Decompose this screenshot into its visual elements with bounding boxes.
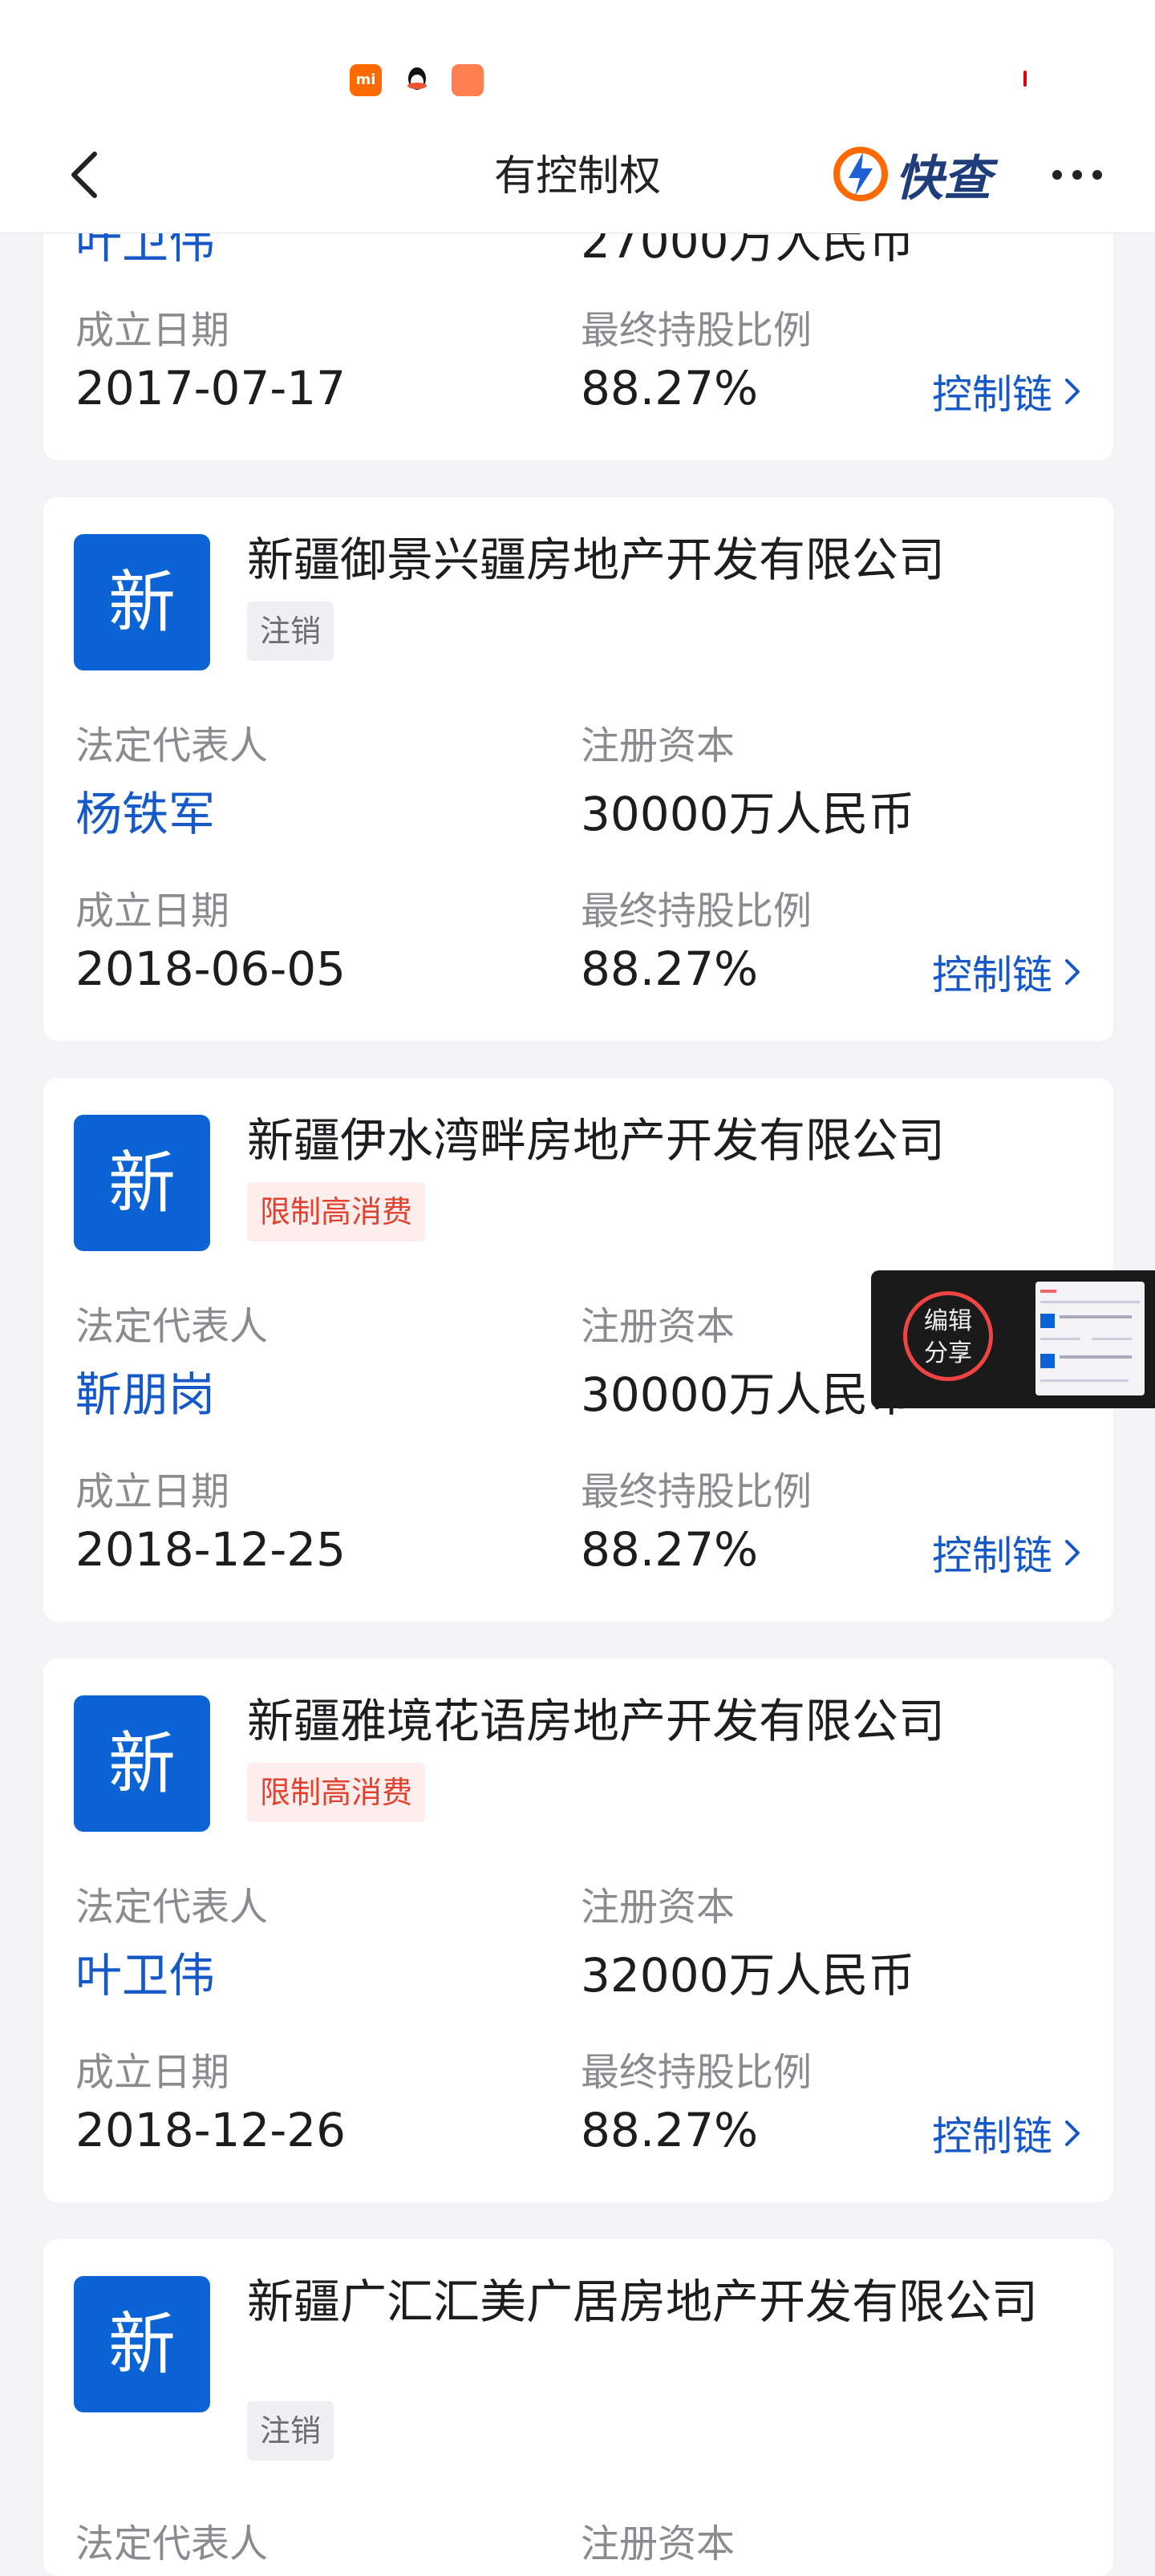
shop-icon xyxy=(452,64,484,96)
established-value: 2017-07-17 xyxy=(75,361,346,415)
capital-label: 注册资本 xyxy=(581,1304,736,1349)
holding-ratio-label: 最终持股比例 xyxy=(581,308,813,353)
holding-ratio-value: 88.27% xyxy=(581,2103,759,2157)
established-label: 成立日期 xyxy=(75,889,230,934)
company-name[interactable]: 新疆伊水湾畔房地产开发有限公司 xyxy=(247,1113,1081,1168)
holding-ratio-label: 最终持股比例 xyxy=(581,2050,813,2095)
holding-ratio-label: 最终持股比例 xyxy=(581,1469,813,1514)
capital-value: 30000万人民币 xyxy=(581,1367,915,1422)
company-card[interactable]: 新 新疆御景兴疆房地产开发有限公司 注销 法定代表人 注册资本 杨铁军 3000… xyxy=(43,497,1113,1041)
legal-rep-value[interactable]: 叶卫伟 xyxy=(75,1938,215,2005)
company-logo: 新 xyxy=(74,2276,210,2412)
edit-share-label[interactable]: 编辑 分享 xyxy=(906,1306,990,1370)
status-bar: mi xyxy=(0,0,1155,136)
legal-rep-label: 法定代表人 xyxy=(75,2521,269,2566)
capital-label: 注册资本 xyxy=(581,2521,736,2566)
holding-ratio-value: 88.27% xyxy=(581,1522,759,1577)
capital-value: 32000万人民币 xyxy=(581,1948,915,2003)
company-logo: 新 xyxy=(74,1115,210,1251)
holding-ratio-value: 88.27% xyxy=(581,942,759,996)
chevron-right-icon xyxy=(1065,1540,1080,1565)
risk-badge[interactable]: 限制高消费 xyxy=(247,1763,426,1822)
share-label: 分享 xyxy=(924,1339,972,1367)
control-chain-label: 控制链 xyxy=(932,371,1052,418)
chevron-right-icon xyxy=(1065,2120,1080,2146)
battery-indicator xyxy=(1023,71,1027,87)
control-chain-label: 控制链 xyxy=(932,1533,1052,1579)
chevron-right-icon xyxy=(1065,379,1080,404)
company-card[interactable]: 新 新疆广汇汇美广居房地产开发有限公司 注销 法定代表人 注册资本 xyxy=(43,2239,1113,2576)
control-chain-label: 控制链 xyxy=(932,2113,1052,2160)
holding-ratio-label: 最终持股比例 xyxy=(581,889,813,934)
chevron-right-icon xyxy=(1065,959,1080,985)
status-badge: 注销 xyxy=(247,2401,334,2461)
control-chain-label: 控制链 xyxy=(932,952,1052,998)
legal-rep-value[interactable]: 靳朋岗 xyxy=(75,1357,215,1424)
company-name[interactable]: 新疆御景兴疆房地产开发有限公司 xyxy=(247,533,1081,587)
qq-icon xyxy=(401,64,433,96)
screenshot-thumbnail[interactable] xyxy=(1035,1282,1145,1395)
edit-share-widget[interactable]: 编辑 分享 xyxy=(871,1270,1155,1408)
control-chain-link[interactable]: 控制链 xyxy=(932,1524,1081,1582)
control-chain-link[interactable]: 控制链 xyxy=(932,2104,1081,2162)
control-chain-link[interactable]: 控制链 xyxy=(932,363,1081,420)
nav-bar: 有控制权 快查 xyxy=(0,120,1155,233)
company-logo: 新 xyxy=(74,1695,210,1832)
legal-rep-label: 法定代表人 xyxy=(75,1885,269,1930)
established-value: 2018-12-25 xyxy=(75,1522,346,1577)
established-label: 成立日期 xyxy=(75,2050,230,2095)
established-label: 成立日期 xyxy=(75,1469,230,1514)
status-badge: 注销 xyxy=(247,601,334,661)
company-name[interactable]: 新疆雅境花语房地产开发有限公司 xyxy=(247,1694,1081,1748)
control-chain-link[interactable]: 控制链 xyxy=(932,943,1081,1001)
company-name[interactable]: 新疆广汇汇美广居房地产开发有限公司 xyxy=(247,2274,1081,2329)
capital-label: 注册资本 xyxy=(581,1885,736,1930)
company-card[interactable]: 新 新疆雅境花语房地产开发有限公司 限制高消费 法定代表人 注册资本 叶卫伟 3… xyxy=(43,1659,1113,2202)
company-logo: 新 xyxy=(74,534,210,670)
edit-label: 编辑 xyxy=(924,1307,972,1335)
capital-value: 30000万人民币 xyxy=(581,787,915,841)
established-label: 成立日期 xyxy=(75,308,230,353)
xiaomi-icon: mi xyxy=(350,64,382,96)
risk-badge[interactable]: 限制高消费 xyxy=(247,1182,426,1241)
capital-label: 注册资本 xyxy=(581,723,736,768)
legal-rep-label: 法定代表人 xyxy=(75,1304,269,1349)
logo-text: 快查 xyxy=(895,150,991,207)
lightning-logo-icon xyxy=(833,147,888,201)
established-value: 2018-12-26 xyxy=(75,2103,346,2157)
more-dots-icon[interactable] xyxy=(1049,159,1105,191)
holding-ratio-value: 88.27% xyxy=(581,361,759,415)
logo: 快查 xyxy=(831,138,991,210)
legal-rep-label: 法定代表人 xyxy=(75,723,269,768)
established-value: 2018-06-05 xyxy=(75,942,346,996)
legal-rep-value[interactable]: 杨铁军 xyxy=(75,776,215,844)
